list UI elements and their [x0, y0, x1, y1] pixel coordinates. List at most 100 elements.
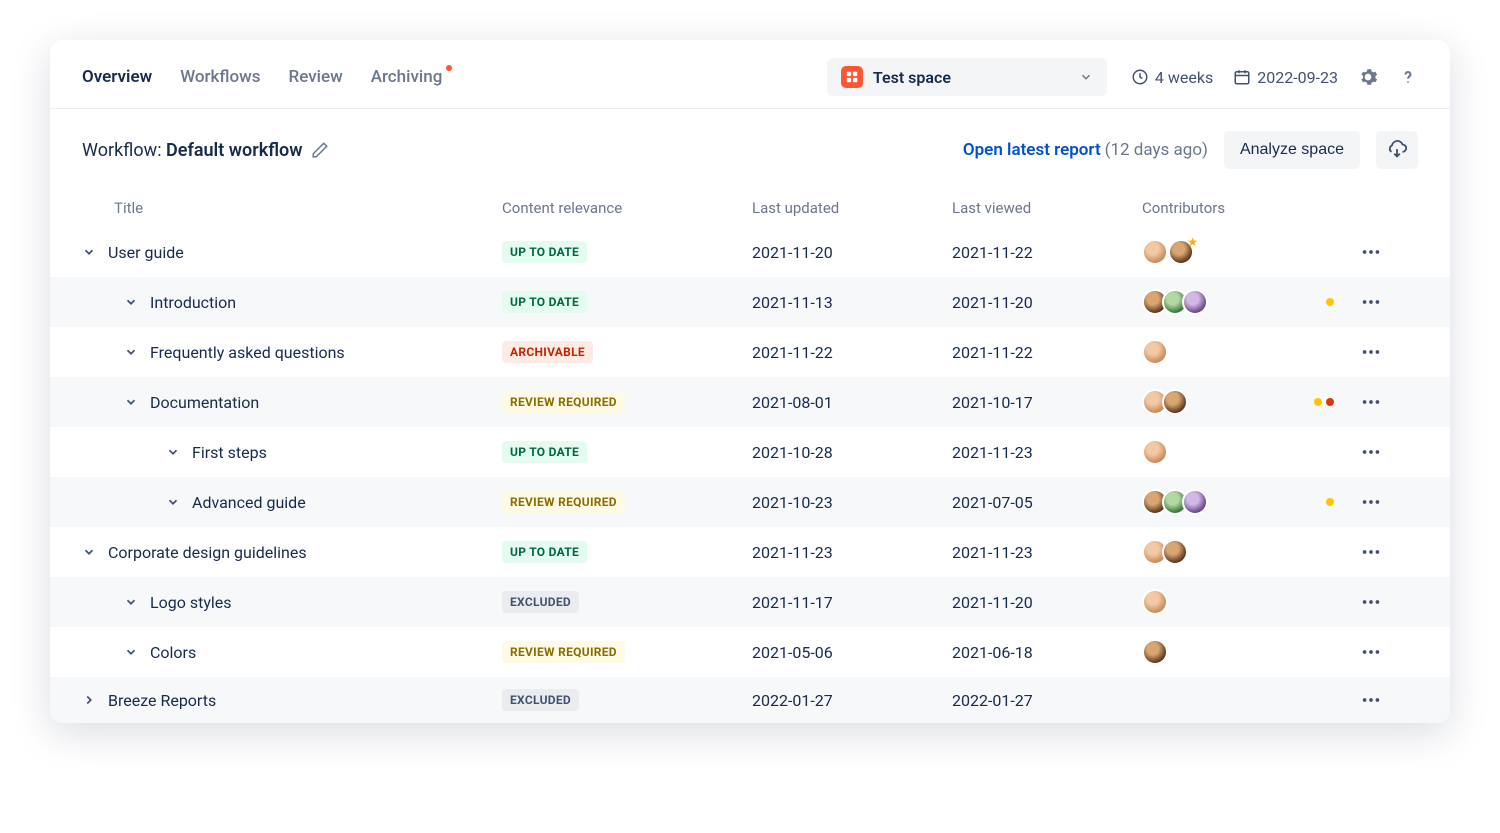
col-viewed: Last viewed — [952, 199, 1142, 217]
row-title[interactable]: Documentation — [150, 393, 259, 412]
expand-toggle[interactable] — [124, 345, 140, 359]
more-actions-button[interactable] — [1360, 641, 1382, 663]
last-updated: 2021-05-06 — [752, 643, 952, 662]
avatar[interactable] — [1182, 289, 1208, 315]
expand-toggle[interactable] — [82, 693, 98, 707]
tab-workflows[interactable]: Workflows — [180, 67, 260, 87]
contributors-cell — [1142, 539, 1312, 565]
last-updated: 2021-11-23 — [752, 543, 952, 562]
last-updated: 2021-11-20 — [752, 243, 952, 262]
avatar[interactable] — [1162, 539, 1188, 565]
avatar[interactable] — [1168, 239, 1194, 265]
contributors-cell — [1142, 289, 1312, 315]
last-updated: 2021-10-28 — [752, 443, 952, 462]
last-viewed: 2022-01-27 — [952, 691, 1142, 710]
expand-toggle[interactable] — [82, 545, 98, 559]
avatar[interactable] — [1142, 639, 1168, 665]
last-viewed: 2021-06-18 — [952, 643, 1142, 662]
expand-toggle[interactable] — [124, 595, 140, 609]
header-row: Workflow: Default workflow Open latest r… — [50, 109, 1450, 185]
expand-toggle[interactable] — [124, 295, 140, 309]
date-text: 2022-09-23 — [1257, 68, 1338, 87]
more-actions-button[interactable] — [1360, 341, 1382, 363]
flag-yellow — [1314, 398, 1322, 406]
relevance-badge: REVIEW REQUIRED — [502, 641, 625, 663]
analyze-space-button[interactable]: Analyze space — [1224, 131, 1360, 169]
avatar[interactable] — [1142, 239, 1168, 265]
table-row: User guideUP TO DATE2021-11-202021-11-22 — [50, 227, 1450, 277]
last-viewed: 2021-11-20 — [952, 293, 1142, 312]
date-meta: 2022-09-23 — [1233, 68, 1338, 87]
avatar[interactable] — [1182, 489, 1208, 515]
relevance-badge: ARCHIVABLE — [502, 341, 593, 363]
flag-yellow — [1326, 298, 1334, 306]
row-title[interactable]: Corporate design guidelines — [108, 543, 307, 562]
row-title[interactable]: Colors — [150, 643, 196, 662]
more-actions-button[interactable] — [1360, 591, 1382, 613]
duration-text: 4 weeks — [1155, 68, 1213, 87]
last-updated: 2021-10-23 — [752, 493, 952, 512]
meta-group: 4 weeks 2022-09-23 — [1131, 67, 1418, 87]
last-viewed: 2021-11-22 — [952, 243, 1142, 262]
expand-toggle[interactable] — [124, 395, 140, 409]
last-updated: 2022-01-27 — [752, 691, 952, 710]
avatar[interactable] — [1142, 589, 1168, 615]
relevance-badge: REVIEW REQUIRED — [502, 491, 625, 513]
contributors-cell — [1142, 589, 1312, 615]
workflow-label: Workflow: Default workflow — [82, 140, 303, 161]
last-viewed: 2021-11-20 — [952, 593, 1142, 612]
avatar[interactable] — [1142, 339, 1168, 365]
edit-workflow-button[interactable] — [311, 141, 329, 159]
row-title[interactable]: Logo styles — [150, 593, 232, 612]
last-viewed: 2021-11-23 — [952, 543, 1142, 562]
duration-meta: 4 weeks — [1131, 68, 1213, 87]
expand-toggle[interactable] — [82, 245, 98, 259]
clock-icon — [1131, 68, 1149, 86]
relevance-badge: UP TO DATE — [502, 541, 587, 563]
row-title[interactable]: Frequently asked questions — [150, 343, 345, 362]
topbar: Overview Workflows Review Archiving Test sp… — [50, 40, 1450, 109]
tab-overview[interactable]: Overview — [82, 67, 152, 87]
avatar[interactable] — [1162, 389, 1188, 415]
more-actions-button[interactable] — [1360, 441, 1382, 463]
row-title[interactable]: Advanced guide — [192, 493, 306, 512]
flag-yellow — [1326, 498, 1334, 506]
more-actions-button[interactable] — [1360, 291, 1382, 313]
tab-archiving[interactable]: Archiving — [371, 67, 443, 87]
col-title: Title — [82, 199, 502, 217]
expand-toggle[interactable] — [166, 495, 182, 509]
relevance-badge: UP TO DATE — [502, 291, 587, 313]
row-title[interactable]: User guide — [108, 243, 184, 262]
last-viewed: 2021-10-17 — [952, 393, 1142, 412]
help-button[interactable] — [1398, 67, 1418, 87]
contributors-cell — [1142, 489, 1312, 515]
expand-toggle[interactable] — [124, 645, 140, 659]
last-updated: 2021-11-13 — [752, 293, 952, 312]
more-actions-button[interactable] — [1360, 391, 1382, 413]
avatar[interactable] — [1142, 439, 1168, 465]
row-title[interactable]: Introduction — [150, 293, 236, 312]
open-report-link[interactable]: Open latest report — [963, 140, 1101, 160]
workflow-name: Default workflow — [166, 140, 303, 161]
space-app-icon — [841, 66, 863, 88]
more-actions-button[interactable] — [1360, 541, 1382, 563]
last-viewed: 2021-07-05 — [952, 493, 1142, 512]
chevron-down-icon — [1079, 70, 1093, 84]
last-viewed: 2021-11-23 — [952, 443, 1142, 462]
more-actions-button[interactable] — [1360, 689, 1382, 711]
more-actions-button[interactable] — [1360, 241, 1382, 263]
last-viewed: 2021-11-22 — [952, 343, 1142, 362]
space-selector[interactable]: Test space — [827, 58, 1107, 96]
expand-toggle[interactable] — [166, 445, 182, 459]
tab-review[interactable]: Review — [289, 67, 343, 87]
settings-button[interactable] — [1358, 67, 1378, 87]
row-title[interactable]: Breeze Reports — [108, 691, 216, 710]
download-button[interactable] — [1376, 131, 1418, 169]
col-contributors: Contributors — [1142, 199, 1312, 217]
more-actions-button[interactable] — [1360, 491, 1382, 513]
row-title[interactable]: First steps — [192, 443, 267, 462]
table-row: Logo stylesEXCLUDED2021-11-172021-11-20 — [50, 577, 1450, 627]
table-row: Breeze ReportsEXCLUDED2022-01-272022-01-… — [50, 677, 1450, 723]
space-name: Test space — [873, 68, 951, 87]
table-row: Frequently asked questions ARCHIVABLE 2021… — [50, 327, 1450, 377]
